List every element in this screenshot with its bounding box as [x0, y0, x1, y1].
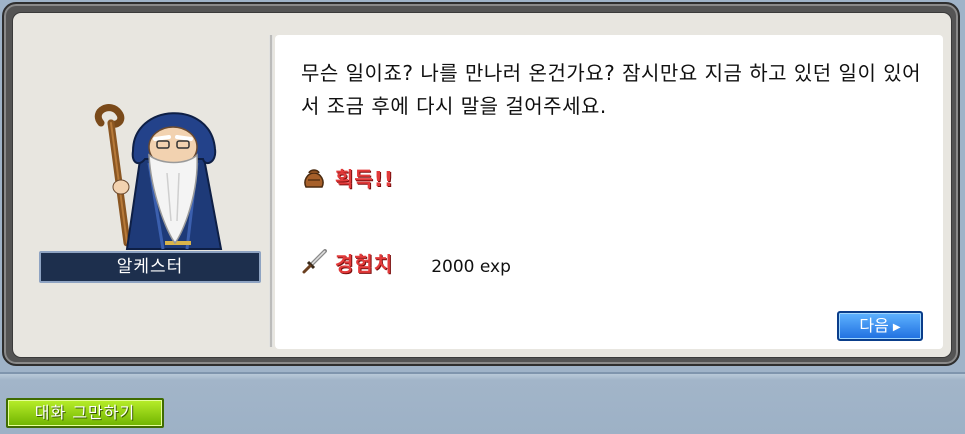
next-button[interactable]: 다음 ▶ [837, 311, 923, 341]
dialog-message: 무슨 일이죠? 나를 만나러 온건가요? 잠시만요 지금 하고 있던 일이 있어… [301, 61, 922, 118]
reward-exp-row: 경험치 2000 exp [301, 247, 511, 277]
end-chat-button[interactable]: 대화 그만하기 [6, 398, 164, 428]
npc-name-plate: 알케스터 [39, 251, 261, 283]
npc-dialog-window: 알케스터 무슨 일이죠? 나를 만나러 온건가요? 잠시만요 지금 하고 있던 … [2, 2, 960, 366]
acquire-label: 획득!! [335, 167, 395, 191]
next-button-label: 다음 [859, 316, 889, 335]
dialog-body: 알케스터 무슨 일이죠? 나를 만나러 온건가요? 잠시만요 지금 하고 있던 … [12, 12, 952, 358]
dialog-text-panel: 무슨 일이죠? 나를 만나러 온건가요? 잠시만요 지금 하고 있던 일이 있어… [275, 35, 943, 349]
next-arrow-icon: ▶ [892, 322, 901, 333]
npc-area: 알케스터 [27, 93, 261, 283]
item-bag-icon [304, 168, 324, 188]
wizard-npc-portrait-icon [94, 104, 223, 250]
dialog-divider [269, 35, 273, 347]
exp-label: 경험치 [335, 251, 394, 276]
reward-acquire-row: 획득!! [301, 163, 394, 192]
exp-value: 2000 exp [431, 257, 511, 277]
sword-icon [302, 249, 327, 274]
